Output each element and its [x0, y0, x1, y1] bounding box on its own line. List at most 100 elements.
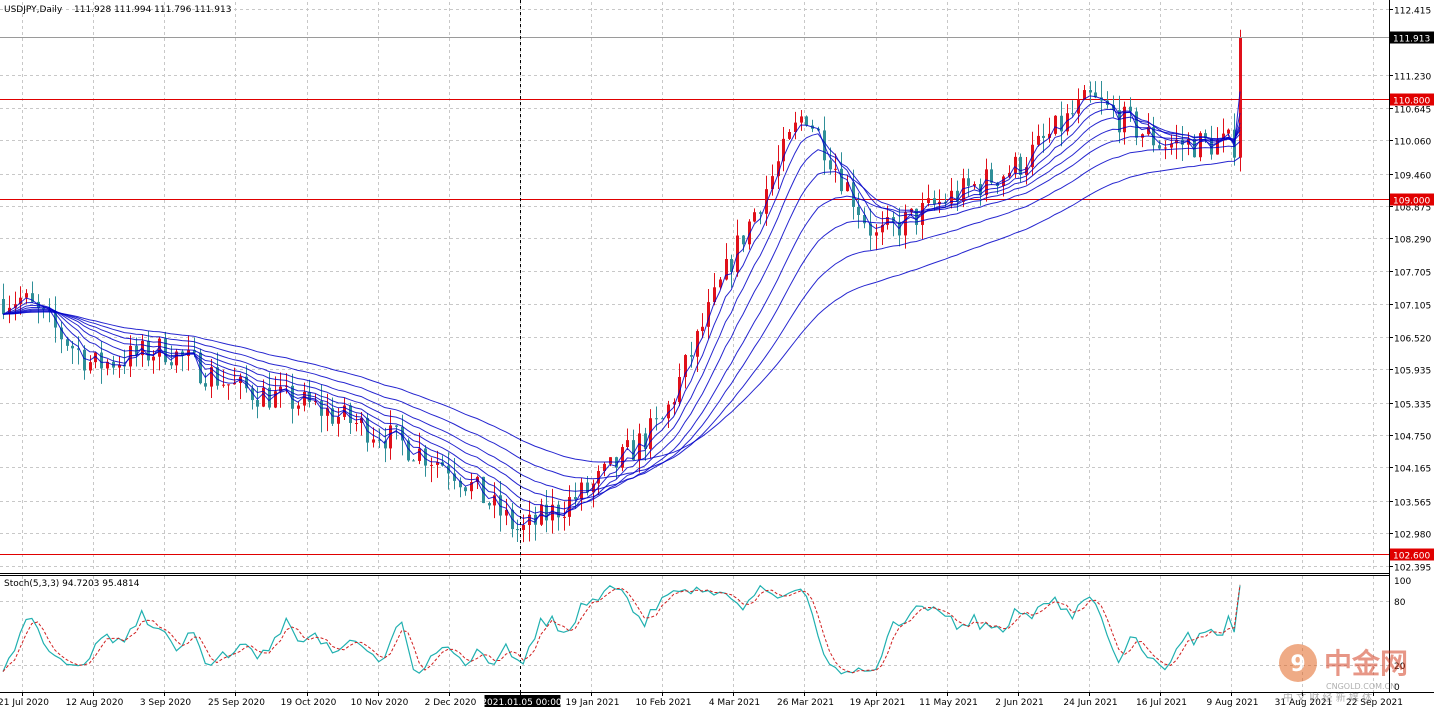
candle-body	[800, 116, 803, 123]
stoch-header: Stoch(5,3,3) 94.7203 95.4814	[4, 579, 140, 589]
candle-body	[308, 391, 311, 402]
price-tick-label: 104.750	[1394, 433, 1431, 443]
price-tick-label: 110.645	[1394, 106, 1431, 116]
price-tick-label: 111.230	[1394, 73, 1431, 83]
candle-body	[395, 425, 398, 427]
time-label: 3 Sep 2020	[140, 698, 192, 708]
candle-body	[430, 464, 433, 466]
candle-body	[222, 384, 225, 386]
candle-body	[1054, 115, 1057, 134]
candle-body	[297, 405, 300, 409]
price-tick-label: 105.935	[1394, 367, 1431, 377]
candle-body	[25, 293, 28, 298]
price-tick-label: 108.290	[1394, 236, 1431, 246]
time-label: 12 Aug 2020	[66, 698, 124, 708]
stoch-level-label: 100	[1394, 577, 1411, 587]
hline-price-label: 110.800	[1393, 97, 1430, 107]
candle-body	[262, 387, 265, 407]
price-tick-label: 104.165	[1394, 465, 1431, 475]
candle-body	[1089, 90, 1092, 93]
stoch-level-label: 80	[1394, 598, 1406, 608]
price-tick-label: 102.980	[1394, 531, 1431, 541]
candle-body	[1019, 156, 1022, 175]
candle-body	[337, 416, 340, 424]
candle-body	[840, 168, 843, 192]
background	[0, 0, 1434, 715]
time-label: 26 Mar 2021	[777, 698, 834, 708]
time-label: 10 Feb 2021	[635, 698, 691, 708]
candle-body	[742, 235, 745, 245]
candle-body	[1014, 156, 1017, 173]
candle-body	[626, 440, 629, 448]
candle-body	[563, 516, 566, 518]
candle-body	[516, 529, 519, 531]
candle-body	[303, 391, 306, 406]
time-label: 16 Jul 2021	[1136, 698, 1187, 708]
time-label: 9 Aug 2021	[1207, 698, 1259, 708]
candle-body	[638, 433, 641, 461]
time-label: 19 Apr 2021	[850, 698, 906, 708]
candle-body	[753, 212, 756, 222]
time-label: 2021.01.05 00:00	[481, 698, 562, 708]
candle-body	[609, 457, 612, 464]
candle-body	[418, 448, 421, 461]
candle-body	[655, 418, 658, 420]
time-label: 2 Dec 2020	[425, 698, 477, 708]
candle-body	[522, 525, 525, 531]
candle-body	[857, 206, 860, 215]
time-label: 21 Jul 2020	[0, 698, 49, 708]
candle-body	[170, 362, 173, 366]
price-tick-label: 103.565	[1394, 499, 1431, 509]
candle-body	[574, 497, 577, 500]
candle-body	[83, 349, 86, 371]
candle-body	[66, 339, 69, 346]
price-tick-label: 102.395	[1394, 564, 1431, 574]
candle-body	[1037, 135, 1040, 145]
time-label: 19 Oct 2020	[281, 698, 337, 708]
candle-body	[701, 326, 704, 332]
candle-body	[829, 160, 832, 170]
candle-body	[1071, 113, 1074, 115]
price-tick-label: 105.335	[1394, 401, 1431, 411]
watermark-slogan: 中 文 财 经 新 媒 体	[1283, 691, 1372, 704]
price-tick-label: 112.415	[1394, 7, 1431, 17]
candle-body	[557, 504, 560, 518]
candle-body	[100, 352, 103, 369]
candle-body	[204, 383, 207, 387]
ohlc-values: 111.928 111.994 111.796 111.913	[74, 5, 231, 15]
candle-body	[1042, 135, 1045, 138]
hline-price-label: 109.000	[1393, 197, 1430, 207]
price-tick-label: 109.460	[1394, 172, 1431, 182]
watermark-brand: 中金网	[1324, 647, 1408, 680]
candle-body	[355, 422, 358, 424]
candle-body	[227, 384, 230, 386]
time-label: 25 Sep 2020	[208, 698, 265, 708]
candle-body	[256, 400, 259, 407]
candle-body	[1164, 147, 1167, 149]
time-label: 11 May 2021	[919, 698, 978, 708]
candle-body	[152, 356, 155, 361]
hline-price-label: 102.600	[1393, 552, 1430, 562]
candle-body	[933, 198, 936, 205]
chart-root[interactable]: 21 Jul 2020 12 Aug 2020 3 Sep 2020 25 Sep 2…	[0, 0, 1434, 715]
candle-body	[690, 355, 693, 357]
time-label: 19 Jan 2021	[566, 698, 620, 708]
time-label: 24 Jun 2021	[1063, 698, 1117, 708]
candle-body	[412, 460, 415, 462]
candle-body	[424, 448, 427, 466]
time-label: 10 Nov 2020	[351, 698, 409, 708]
candle-body	[985, 169, 988, 196]
candle-body	[1158, 145, 1161, 149]
candle-body	[464, 487, 467, 492]
candle-body	[164, 338, 167, 363]
price-tick-label: 107.105	[1394, 302, 1431, 312]
time-label: 4 Mar 2021	[709, 698, 760, 708]
chart-svg: 21 Jul 2020 12 Aug 2020 3 Sep 2020 25 Sep 2…	[0, 0, 1434, 715]
price-tick-label: 106.520	[1394, 335, 1431, 345]
candle-body	[788, 132, 791, 139]
candle-body	[834, 168, 837, 170]
price-tick-label: 107.705	[1394, 269, 1431, 279]
candle-body	[372, 439, 375, 443]
time-label: 2 Jun 2021	[995, 698, 1043, 708]
candle-body	[1227, 129, 1230, 134]
